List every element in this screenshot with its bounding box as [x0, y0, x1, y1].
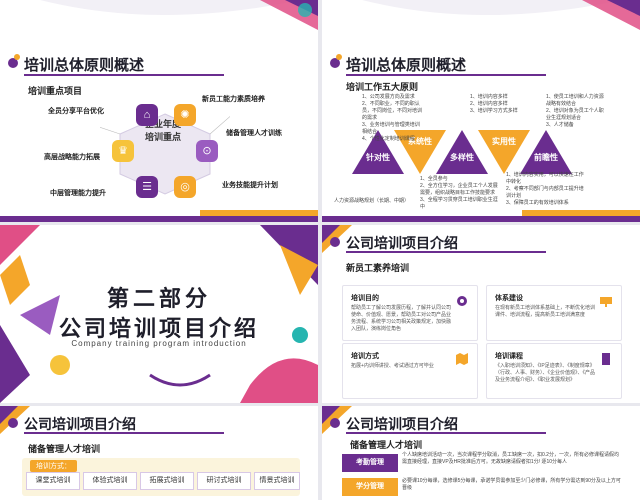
slide-thumbnail-3[interactable]: 第二部分 公司培训项目介绍 Company training program i…: [0, 225, 318, 403]
slide-subtitle: 储备管理人才培训: [28, 444, 101, 454]
title-dot: [8, 418, 18, 428]
slide-grid: 培训总体原则概述 培训重点项目 企业年度 培训重点 ⌂ ✺ ♛ ⊙ ☰ ◎ 全员…: [0, 0, 640, 500]
lightbulb-icon: ✺: [174, 104, 196, 126]
sd-card-icon: [602, 353, 610, 365]
hand-icon: ☰: [136, 176, 158, 198]
principle-label: 多样性: [450, 153, 474, 162]
info-card: 培训目的 帮助员工了解公司发展历程，了解并认同公司使命、价值观、愿景，帮助员工对…: [342, 285, 478, 341]
title-underline: [346, 74, 546, 76]
card-text: 拓展+内训师讲授、考试通过方可毕业: [351, 363, 434, 369]
center-line: 培训重点: [144, 132, 181, 142]
title-underline: [346, 432, 546, 434]
method-step: 拓展式培训: [140, 472, 194, 490]
row-tag: 学分管理: [342, 478, 398, 496]
node-label: 新员工能力素质培养: [202, 96, 265, 103]
principle-note: 1、公司发展方向及需求 2、不同职业，不同的职认员，不同岗位，不同对培训的需求 3、…: [362, 94, 423, 142]
title-dot: [330, 418, 340, 428]
title-underline: [24, 74, 224, 76]
principle-note: 1、培训内容实用，可以快速在工作中转化 2、考察不同部门与内部员工提升培训计划 3、…: [506, 172, 584, 206]
section-part: 第二部分: [106, 286, 211, 311]
row-text: 必要课10分每课，选修课5分每课，承诺学员需参加至少门必修课，所有学分需达到90…: [402, 478, 621, 491]
section-subtitle-en: Company training program introduction: [71, 339, 247, 348]
card-text: 帮助员工了解公司发展历程，了解并认同公司使命、价值观、愿景，帮助员工对公司产品业…: [351, 305, 452, 332]
title-underline: [24, 432, 224, 434]
center-label: 企业年度 培训重点: [130, 118, 196, 178]
title-dot: [336, 54, 342, 60]
method-step: 课堂式培训: [26, 472, 80, 490]
tag-icon: ⌂: [136, 104, 158, 126]
title-dot: [14, 54, 20, 60]
principle-note: 1、使员工培训和人力资源战略有效结合 2、培训对象为员工个人职业生涯规划适合 3、人…: [546, 94, 604, 128]
node-label: 业务技能提升计划: [222, 182, 278, 189]
slide-title: 培训总体原则概述: [346, 57, 467, 74]
slide-thumbnail-2[interactable]: 培训总体原则概述 培训工作五大原则 针对性 系统性 多样性 实用性 前瞻性 1、…: [322, 0, 640, 222]
card-text: 在现有新员工培训体系基础上，不断优化培训课件、培训流程，提高新员工培训满意度: [495, 305, 596, 318]
info-card: 体系建设 在现有新员工培训体系基础上，不断优化培训课件、培训流程，提高新员工培训…: [486, 285, 622, 341]
slide-subtitle: 储备管理人才培训: [350, 440, 423, 450]
info-card: 培训课程 《入职培训须知》、《IP足迹表》、《制度规章》（行政、人事、财务）、《…: [486, 343, 622, 399]
card-text: 《入职培训须知》、《IP足迹表》、《制度规章》（行政、人事、财务）、《企业价值观…: [495, 363, 596, 383]
card-title: 培训目的: [351, 295, 379, 302]
decor-footer: [0, 210, 318, 222]
method-label: 培训方式：: [30, 460, 77, 472]
slide-thumbnail-4[interactable]: 公司培训项目介绍 新员工素养培训 培训目的 帮助员工了解公司发展历程，了解并认同…: [322, 225, 640, 403]
slide-thumbnail-1[interactable]: 培训总体原则概述 培训重点项目 企业年度 培训重点 ⌂ ✺ ♛ ⊙ ☰ ◎ 全员…: [0, 0, 318, 222]
principle-label: 前瞻性: [534, 153, 558, 162]
row-text: 个人缺席培训活动一次，当次课程学分取消，员工缺席一次，扣0.2分，一次，所有必修…: [402, 452, 619, 465]
slide-subtitle: 新员工素养培训: [346, 263, 410, 273]
method-step: 情景式培训: [254, 472, 300, 490]
decor-shapes: [362, 0, 640, 30]
map-icon: [456, 353, 468, 365]
principle-label: 实用性: [492, 137, 516, 146]
node-label: 高层战略能力拓展: [44, 154, 100, 161]
slide-thumbnail-6[interactable]: 公司培训项目介绍 储备管理人才培训 考勤管理 个人缺席培训活动一次，当次课程学分…: [322, 406, 640, 500]
node-label: 全员分享平台优化: [48, 108, 104, 115]
principle-note: 1、培训内容多样 2、培训内容多样 3、培训学习方式多样: [470, 94, 518, 114]
slide-title: 公司培训项目介绍: [346, 416, 458, 432]
node-label: 中层管理能力提升: [50, 190, 106, 197]
presentation-icon: [600, 297, 612, 307]
slide-title: 培训总体原则概述: [24, 57, 145, 74]
slide-title: 公司培训项目介绍: [346, 235, 458, 251]
slide-title: 公司培训项目介绍: [24, 416, 136, 432]
decor-footer: [322, 210, 640, 222]
method-step: 研讨式培训: [197, 472, 251, 490]
card-title: 培训方式: [351, 353, 379, 360]
info-card: 培训方式 拓展+内训师讲授、考试通过方可毕业: [342, 343, 478, 399]
method-step: 体验式培训: [83, 472, 137, 490]
principle-label: 针对性: [366, 153, 390, 162]
title-underline: [346, 251, 546, 253]
target-icon: ◎: [174, 176, 196, 198]
decor-shapes: [40, 0, 318, 30]
principle-note: 人力资源战略规划（长期、中期）: [334, 198, 410, 204]
row-tag: 考勤管理: [342, 454, 398, 472]
title-dot: [330, 237, 340, 247]
card-title: 体系建设: [495, 295, 523, 302]
magnify-icon: ⊙: [196, 140, 218, 162]
node-label: 储备管理人才训练: [226, 130, 282, 137]
card-title: 培训课程: [495, 353, 523, 360]
slide-thumbnail-5[interactable]: 公司培训项目介绍 储备管理人才培训 培训方式： 课堂式培训 体验式培训 拓展式培…: [0, 406, 318, 500]
slide-subtitle: 培训重点项目: [28, 86, 83, 96]
slide-subtitle: 培训工作五大原则: [346, 82, 419, 92]
gear-icon: [457, 296, 467, 306]
trophy-icon: ♛: [112, 140, 134, 162]
